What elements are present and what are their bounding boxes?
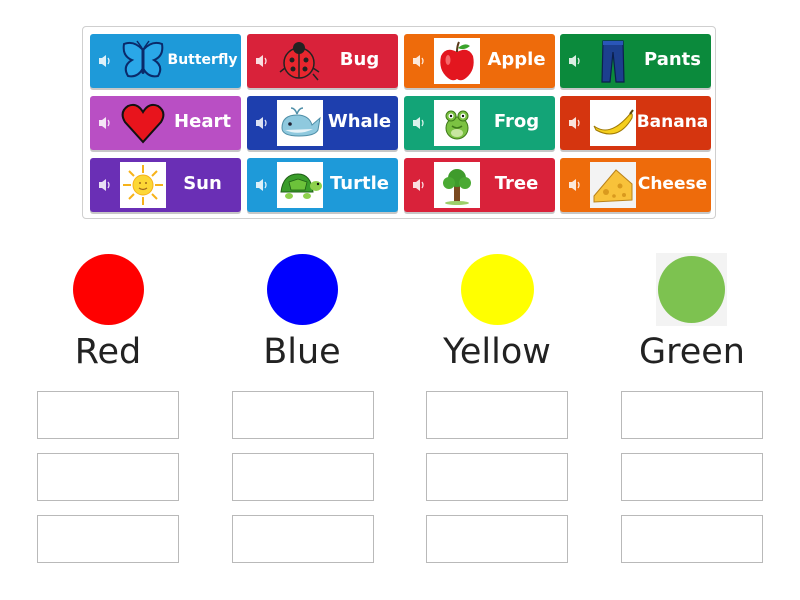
speaker-icon[interactable] <box>255 53 269 69</box>
drop-slot-green[interactable] <box>621 453 763 501</box>
speaker-icon[interactable] <box>568 53 582 69</box>
drop-slot-green[interactable] <box>621 391 763 439</box>
speaker-icon[interactable] <box>98 53 112 69</box>
tile-cheese[interactable]: Cheese <box>560 158 711 212</box>
speaker-icon[interactable] <box>412 53 426 69</box>
tile-label: Apple <box>487 49 546 70</box>
green-color-circle <box>658 256 725 323</box>
tile-label: Turtle <box>330 173 389 194</box>
drop-slot-green[interactable] <box>621 515 763 563</box>
tile-label: Heart <box>174 111 231 132</box>
speaker-icon[interactable] <box>255 177 269 193</box>
tile-label: Cheese <box>637 174 708 194</box>
red-color-circle <box>73 254 144 325</box>
banana-icon <box>590 100 636 146</box>
drop-slot-red[interactable] <box>37 391 179 439</box>
speaker-icon[interactable] <box>412 177 426 193</box>
tree-icon <box>434 162 480 208</box>
cheese-icon <box>590 162 636 208</box>
category-label-red: Red <box>74 332 142 372</box>
speaker-icon[interactable] <box>255 115 269 131</box>
speaker-icon[interactable] <box>568 177 582 193</box>
tile-bug[interactable]: Bug <box>247 34 398 88</box>
heart-icon <box>120 100 166 146</box>
tile-apple[interactable]: Apple <box>404 34 555 88</box>
tile-label: Sun <box>183 173 222 194</box>
pants-icon <box>590 38 636 84</box>
apple-icon <box>434 38 480 84</box>
tile-tree[interactable]: Tree <box>404 158 555 212</box>
tile-label: Frog <box>493 111 540 132</box>
ladybug-icon <box>277 38 323 84</box>
tile-label: Whale <box>327 111 392 132</box>
drop-slot-blue[interactable] <box>232 391 374 439</box>
category-label-green: Green <box>639 332 745 372</box>
frog-icon <box>434 100 480 146</box>
drop-slot-blue[interactable] <box>232 515 374 563</box>
turtle-icon <box>277 162 323 208</box>
drop-slot-blue[interactable] <box>232 453 374 501</box>
drop-slot-yellow[interactable] <box>426 515 568 563</box>
speaker-icon[interactable] <box>412 115 426 131</box>
tile-whale[interactable]: Whale <box>247 96 398 150</box>
tile-sun[interactable]: Sun <box>90 158 241 212</box>
tile-banana[interactable]: Banana <box>560 96 711 150</box>
drop-slot-yellow[interactable] <box>426 453 568 501</box>
tile-bank: Butterfly Bug Apple Pants Heart Whale Fr… <box>82 26 716 219</box>
tile-label: Banana <box>636 112 709 132</box>
tile-pants[interactable]: Pants <box>560 34 711 88</box>
green-circle-image <box>656 253 727 326</box>
category-label-yellow: Yellow <box>443 332 551 372</box>
tile-butterfly[interactable]: Butterfly <box>90 34 241 88</box>
whale-icon <box>277 100 323 146</box>
blue-color-circle <box>267 254 338 325</box>
tile-heart[interactable]: Heart <box>90 96 241 150</box>
category-label-blue: Blue <box>263 332 341 372</box>
drop-slot-yellow[interactable] <box>426 391 568 439</box>
tile-label: Bug <box>339 49 380 70</box>
tile-label: Tree <box>494 173 539 194</box>
drop-slot-red[interactable] <box>37 515 179 563</box>
yellow-color-circle <box>461 254 534 325</box>
tile-turtle[interactable]: Turtle <box>247 158 398 212</box>
speaker-icon[interactable] <box>98 177 112 193</box>
tile-label: Pants <box>644 49 701 70</box>
tile-label: Butterfly <box>167 52 238 68</box>
speaker-icon[interactable] <box>98 115 112 131</box>
speaker-icon[interactable] <box>568 115 582 131</box>
sun-icon <box>120 162 166 208</box>
butterfly-icon <box>120 38 166 84</box>
drop-slot-red[interactable] <box>37 453 179 501</box>
tile-frog[interactable]: Frog <box>404 96 555 150</box>
